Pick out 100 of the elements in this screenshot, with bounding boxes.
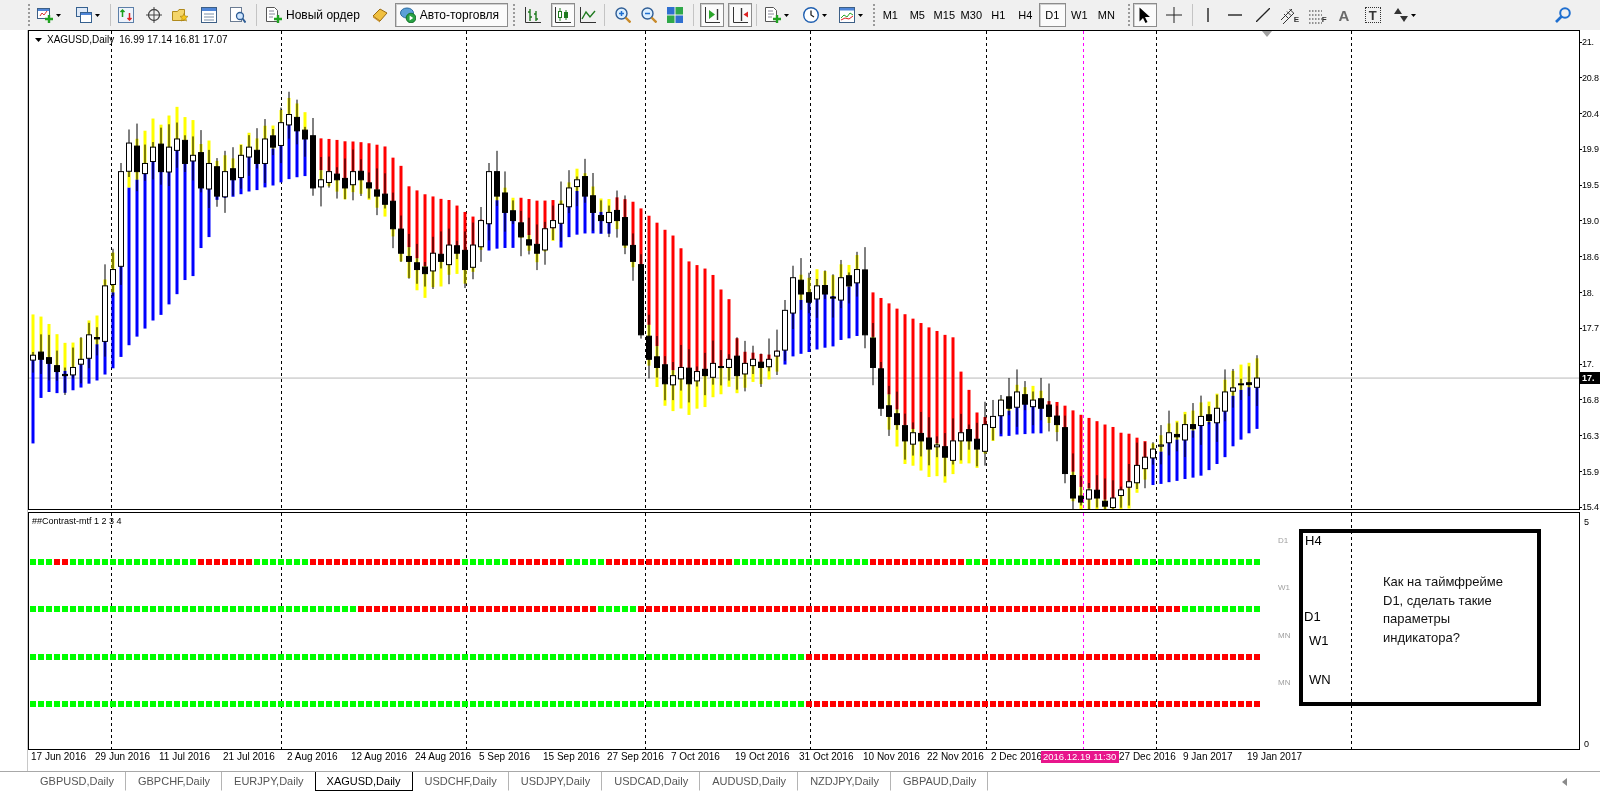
date-label: 21 Jul 2016 [223,751,276,763]
timeframe-note-label: H4 [1305,533,1322,548]
price-label: 20.4 [1582,107,1599,120]
chart-tab[interactable]: USDCAD,Daily [602,772,701,791]
timeframe-note-label: WN [1309,672,1331,687]
document-plus-icon [266,7,282,23]
toolbar-grip[interactable] [28,4,31,26]
caret-icon [1410,13,1416,17]
date-label: 5 Sep 2016 [479,751,532,763]
timeframe-note-label: D1 [1304,609,1321,624]
date-label: 11 Jul 2016 [159,751,211,763]
date-label: 7 Oct 2016 [671,751,721,763]
date-label: 2 Aug 2016 [287,751,339,763]
windows-icon [76,7,92,23]
timeframe-button[interactable]: H4 [1011,3,1039,27]
row-timeframe-label: W1 [1278,583,1290,592]
list-window-icon [201,7,217,23]
price-label: 19.5 [1582,179,1599,192]
price-label: 17.7 [1582,322,1599,335]
date-label: 19 Jan 2017 [1247,751,1304,763]
scroll-left-icon [1562,778,1567,786]
trend-line-icon [1255,8,1270,22]
toolbar-grip[interactable] [1127,4,1131,26]
chart-tab[interactable]: GBPAUD,Daily [891,772,989,791]
caret-icon [783,13,789,17]
bar-chart-icon [524,7,541,23]
channel-icon [1280,8,1294,24]
timeframe-button[interactable]: D1 [1038,3,1066,27]
timeframe-note-label: W1 [1309,633,1329,648]
date-label: 19 Oct 2016 [735,751,791,763]
chart-tab[interactable]: USDCHF,Daily [412,772,509,791]
chart-tab[interactable]: NZDJPY,Daily [798,772,891,791]
row-timeframe-label: MN [1278,631,1291,640]
ohlc-values: 16.99 17.14 16.81 17.07 [119,34,228,46]
price-label: 16.8 [1582,393,1599,406]
channel-button[interactable]: E [1277,3,1302,27]
date-label: 17 Jun 2016 [31,751,88,763]
fibonacci-button[interactable]: F [1305,3,1330,27]
up-down-arrows-icon [118,7,134,23]
chart-tab[interactable]: AUDUSD,Daily [700,772,799,791]
price-label: 16.3 [1582,429,1599,442]
row-timeframe-label: D1 [1278,536,1289,545]
arrows-icon [1393,8,1408,22]
caret-icon [857,13,863,17]
note-text: Как на таймфрейме D1, сделать такие параметры индикатора? [1383,573,1504,647]
timeframe-button[interactable]: M15 [930,3,958,27]
caret-icon [56,13,61,17]
price-label: 21. [1582,36,1594,48]
price-label: 18. [1582,286,1594,299]
chart-window-icon [838,7,855,23]
vertical-line-icon [1206,8,1209,22]
chart-shift-button[interactable] [727,3,752,27]
zoom-in-icon [614,7,631,23]
timeframe-button[interactable]: MN [1092,3,1120,27]
text-tool-button[interactable]: A [1331,3,1356,27]
toolbar-grip[interactable] [872,4,876,26]
timeframe-button[interactable]: W1 [1065,3,1093,27]
price-label: 15.9 [1582,465,1599,478]
price-label: 17. [1582,358,1594,371]
line-chart-icon [579,7,596,23]
clock-icon [802,7,819,23]
chart-symbol-label: XAGUSD,Daily [47,34,115,46]
folder-star-icon [172,7,188,23]
crosshair-time-label: 2016.12.19 11:30 [1041,751,1119,763]
candlestick-chart-button[interactable] [550,3,575,27]
arrow-to-line-icon [703,7,720,23]
price-label: 19.0 [1582,215,1599,227]
ingot-icon [371,7,388,23]
price-label: 18.6 [1582,250,1599,263]
scale-label: 0 [1584,738,1590,750]
candlestick-icon [554,7,571,23]
date-label: 27 Dec 2016 [1119,751,1177,763]
date-label: 24 Aug 2016 [415,751,473,763]
auto-scroll-button[interactable] [699,3,724,27]
price-label: 19.9 [1582,143,1599,156]
new-order-button[interactable]: Новый ордер [261,3,365,27]
new-chart-icon [37,7,53,23]
label-tool-button[interactable]: T [1360,3,1385,27]
chart-tab[interactable]: XAGUSD,Daily [314,772,413,791]
date-label: 10 Nov 2016 [863,751,921,763]
timeframe-button[interactable]: M1 [876,3,904,27]
chart-tab[interactable]: USDJPY,Daily [508,772,603,791]
horizontal-line-icon [1227,14,1242,16]
timeframe-button[interactable]: M5 [903,3,931,27]
timeframe-button[interactable]: M30 [957,3,985,27]
play-badge-icon [399,7,416,23]
price-label: 20.8 [1582,71,1599,84]
timeframe-button[interactable]: H1 [984,3,1012,27]
cursor-button[interactable] [1132,3,1157,27]
auto-trading-button[interactable]: Авто-торговля [394,3,508,27]
document-plus-icon [764,7,781,23]
date-label: 27 Sep 2016 [607,751,665,763]
chart-tab[interactable]: GBPUSD,Daily [28,772,126,791]
caret-icon [821,13,827,17]
toolbar-grip[interactable] [512,4,516,26]
chart-tab[interactable]: GBPCHF,Daily [125,772,223,791]
current-price-label: 17. [1580,372,1600,384]
date-label: 9 Jan 2017 [1183,751,1234,763]
date-label: 22 Nov 2016 [927,751,985,763]
search-icon [1555,7,1571,23]
